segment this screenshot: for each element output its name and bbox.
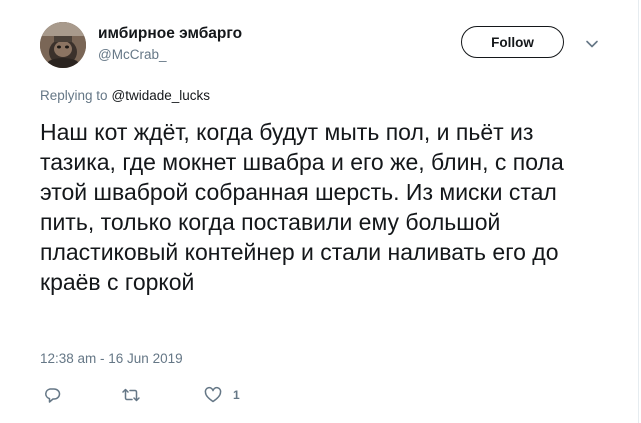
replying-to-label: Replying to [40,88,108,103]
tweet-text: Наш кот ждёт, когда будут мыть пол, и пь… [40,119,564,295]
replying-to-line: Replying to @twidade_lucks [40,88,210,103]
retweet-button[interactable] [120,385,142,405]
retweet-icon [122,388,140,402]
heart-icon [204,386,222,403]
chevron-down-icon[interactable] [583,35,601,53]
reply-icon [45,388,61,403]
author-display-name[interactable]: имбирное эмбарго [98,25,242,43]
reply-button[interactable] [42,385,62,405]
follow-button[interactable]: Follow [461,26,564,58]
avatar[interactable] [40,22,86,68]
like-count: 1 [233,388,240,402]
cat-photo-avatar [40,22,86,68]
author-handle[interactable]: @McCrab_ [98,47,166,62]
like-button[interactable]: 1 [203,385,240,405]
replying-to-mention[interactable]: @twidade_lucks [112,88,211,103]
panel-border [638,0,639,423]
tweet-timestamp[interactable]: 12:38 am - 16 Jun 2019 [40,351,183,366]
